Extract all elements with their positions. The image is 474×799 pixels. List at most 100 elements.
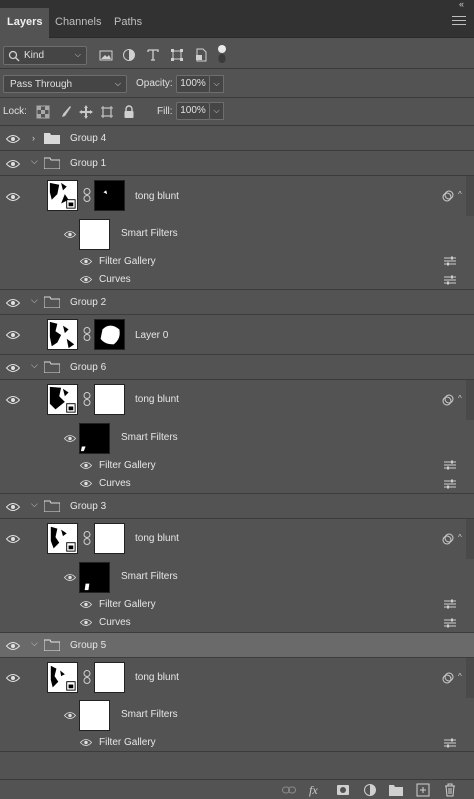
adjustment-filter-icon[interactable]	[122, 48, 136, 62]
fill-slider-toggle[interactable]: ⌵	[210, 102, 224, 120]
layer-name[interactable]: Smart Filters	[121, 709, 178, 720]
chevron-up-icon[interactable]: ^	[458, 533, 466, 542]
link-icon[interactable]	[83, 670, 91, 684]
opacity-slider-toggle[interactable]: ⌵	[210, 75, 224, 93]
filter-toggle-icon[interactable]	[217, 44, 227, 64]
layer-row-group-6[interactable]: ⌵ Group 6	[0, 355, 474, 380]
layer-row-smart-object[interactable]: tong blunt ^	[0, 658, 474, 698]
delete-layer-icon[interactable]	[443, 783, 457, 797]
visibility-eye-icon[interactable]	[64, 434, 76, 443]
smart-object-filter-icon[interactable]	[194, 48, 208, 62]
visibility-eye-icon[interactable]	[80, 275, 92, 284]
layer-row-smart-object[interactable]: tong blunt ^	[0, 380, 474, 420]
visibility-eye-icon[interactable]	[80, 618, 92, 627]
panel-menu-icon[interactable]	[452, 16, 466, 28]
visibility-eye-icon[interactable]	[6, 363, 20, 373]
layer-name[interactable]: Group 4	[70, 133, 106, 144]
layer-row-smart-object[interactable]: tong blunt ^	[0, 519, 474, 559]
visibility-eye-icon[interactable]	[6, 395, 20, 405]
filter-row-filter-gallery[interactable]: Filter Gallery	[0, 252, 474, 270]
smart-filters-row[interactable]: Smart Filters	[0, 420, 474, 456]
layer-row-layer-0[interactable]: Layer 0	[0, 315, 474, 355]
layer-name[interactable]: tong blunt	[135, 191, 179, 202]
lock-image-pixels-icon[interactable]	[58, 105, 72, 119]
layer-mask-thumbnail[interactable]	[94, 384, 125, 415]
filter-row-curves[interactable]: Curves	[0, 474, 474, 494]
visibility-eye-icon[interactable]	[80, 257, 92, 266]
lock-transparent-pixels-icon[interactable]	[36, 105, 50, 119]
layer-row-group-4[interactable]: › Group 4	[0, 126, 474, 151]
smart-filters-row[interactable]: Smart Filters	[0, 698, 474, 734]
layer-row-group-1[interactable]: ⌵ Group 1	[0, 151, 474, 176]
visibility-eye-icon[interactable]	[6, 534, 20, 544]
visibility-eye-icon[interactable]	[6, 673, 20, 683]
new-layer-icon[interactable]	[416, 783, 430, 797]
filter-row-filter-gallery[interactable]: Filter Gallery	[0, 734, 474, 752]
layer-name[interactable]: Layer 0	[135, 330, 168, 341]
visibility-eye-icon[interactable]	[6, 298, 20, 308]
chevron-up-icon[interactable]: ^	[458, 672, 466, 681]
layer-mask-thumbnail[interactable]	[94, 662, 125, 693]
lock-all-icon[interactable]	[122, 105, 136, 119]
layer-name[interactable]: Smart Filters	[121, 432, 178, 443]
smart-filters-row[interactable]: Smart Filters	[0, 216, 474, 252]
layer-name[interactable]: tong blunt	[135, 394, 179, 405]
link-icon[interactable]	[83, 392, 91, 406]
filter-blending-options-icon[interactable]	[444, 256, 456, 266]
visibility-eye-icon[interactable]	[80, 479, 92, 488]
filter-blending-options-icon[interactable]	[444, 599, 456, 609]
lock-artboard-icon[interactable]	[100, 105, 114, 119]
layer-name[interactable]: Smart Filters	[121, 228, 178, 239]
filter-row-curves[interactable]: Curves	[0, 613, 474, 633]
visibility-eye-icon[interactable]	[6, 192, 20, 202]
layer-name[interactable]: Group 3	[70, 501, 106, 512]
visibility-eye-icon[interactable]	[6, 502, 20, 512]
kind-filter-dropdown[interactable]: Kind ⌵	[3, 46, 87, 65]
layer-name[interactable]: tong blunt	[135, 672, 179, 683]
filter-row-curves[interactable]: Curves	[0, 270, 474, 290]
opacity-input[interactable]: 100%	[176, 75, 210, 93]
link-layers-icon[interactable]	[282, 783, 296, 797]
chevron-down-icon[interactable]: ⌵	[31, 156, 38, 167]
visibility-eye-icon[interactable]	[6, 159, 20, 169]
smart-filter-mask-thumbnail[interactable]	[79, 562, 110, 593]
filter-blending-options-icon[interactable]	[444, 479, 456, 489]
layer-name[interactable]: Filter Gallery	[99, 256, 156, 267]
visibility-eye-icon[interactable]	[6, 641, 20, 651]
layer-name[interactable]: Curves	[99, 617, 131, 628]
visibility-eye-icon[interactable]	[6, 134, 20, 144]
layer-row-smart-object[interactable]: tong blunt ^	[0, 176, 474, 216]
filter-blending-options-icon[interactable]	[444, 738, 456, 748]
layer-style-fx-icon[interactable]: fx	[309, 783, 325, 797]
filter-blending-options-icon[interactable]	[444, 275, 456, 285]
chevron-right-icon[interactable]: ›	[32, 133, 35, 143]
smart-filter-mask-thumbnail[interactable]	[79, 423, 110, 454]
layer-row-group-3[interactable]: ⌵ Group 3	[0, 494, 474, 519]
link-icon[interactable]	[83, 327, 91, 341]
smart-filters-row[interactable]: Smart Filters	[0, 559, 474, 595]
fill-input[interactable]: 100%	[176, 102, 210, 120]
visibility-eye-icon[interactable]	[80, 461, 92, 470]
layer-name[interactable]: tong blunt	[135, 533, 179, 544]
layer-name[interactable]: Group 6	[70, 362, 106, 373]
add-mask-icon[interactable]	[336, 783, 350, 797]
visibility-eye-icon[interactable]	[80, 738, 92, 747]
filter-blending-options-icon[interactable]	[444, 618, 456, 628]
link-icon[interactable]	[83, 188, 91, 202]
layer-name[interactable]: Curves	[99, 274, 131, 285]
layer-mask-thumbnail[interactable]	[94, 319, 125, 350]
layer-name[interactable]: Filter Gallery	[99, 737, 156, 748]
layer-row-group-2[interactable]: ⌵ Group 2	[0, 290, 474, 315]
chevron-down-icon[interactable]: ⌵	[31, 638, 38, 649]
visibility-eye-icon[interactable]	[80, 600, 92, 609]
tab-channels[interactable]: Channels	[48, 8, 108, 38]
smart-filter-mask-thumbnail[interactable]	[79, 219, 110, 250]
shape-filter-icon[interactable]	[170, 48, 184, 62]
link-icon[interactable]	[83, 531, 91, 545]
filter-row-filter-gallery[interactable]: Filter Gallery	[0, 456, 474, 474]
chevron-down-icon[interactable]: ⌵	[31, 360, 38, 371]
layer-name[interactable]: Filter Gallery	[99, 599, 156, 610]
layer-name[interactable]: Group 5	[70, 640, 106, 651]
visibility-eye-icon[interactable]	[6, 330, 20, 340]
image-filter-icon[interactable]	[99, 48, 113, 62]
